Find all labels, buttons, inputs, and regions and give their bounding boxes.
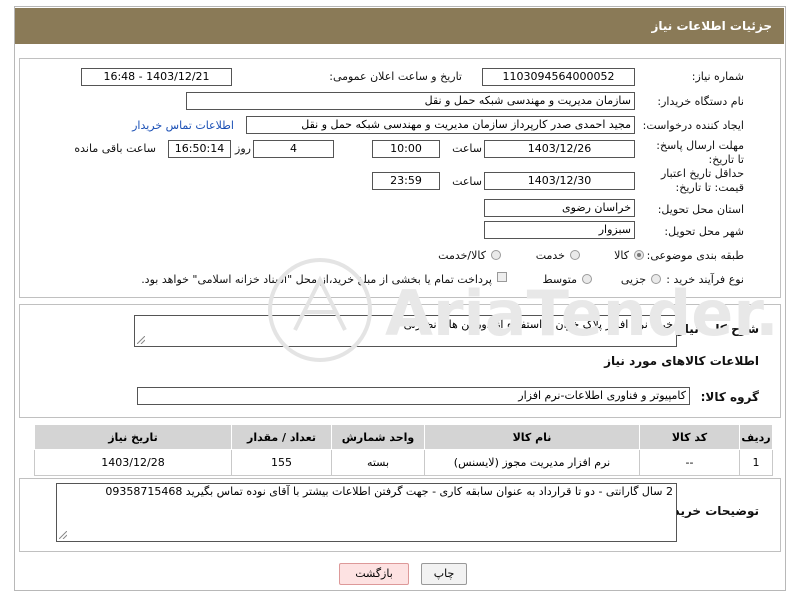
cell-item-name: نرم افزار مدیریت مجوز (لایسنس) <box>424 449 640 476</box>
process-type-label: نوع فرآیند خرید : <box>666 273 744 286</box>
col-row-number: ردیف <box>739 424 773 450</box>
page-header: جزئیات اطلاعات نیاز <box>15 8 784 44</box>
process-radio-medium[interactable] <box>582 274 592 284</box>
creator-field: مجید احمدی صدر کارپرداز سازمان مدیریت و … <box>246 116 635 134</box>
validity-time-field: 23:59 <box>372 172 440 190</box>
cell-quantity: 155 <box>231 449 332 476</box>
goods-table-header: ردیف کد کالا نام کالا واحد شمارش تعداد /… <box>34 424 773 450</box>
cell-need-date: 1403/12/28 <box>34 449 232 476</box>
buyer-org-label: نام دستگاه خریدار: <box>657 95 744 108</box>
process-radio-minor[interactable] <box>651 274 661 284</box>
category-radio-goods[interactable] <box>634 250 644 260</box>
cell-item-code: -- <box>639 449 740 476</box>
category-option-service: خدمت <box>535 249 565 262</box>
treasury-payment-note: پرداخت تمام یا بخشی از مبلغ خرید،از محل … <box>141 273 492 286</box>
deadline-label-text: مهلت ارسال پاسخ: تا تاریخ: <box>656 139 744 166</box>
price-validity-label-text: حداقل تاریخ اعتبار قیمت: تا تاریخ: <box>660 167 744 194</box>
deadline-date-field: 1403/12/26 <box>484 140 635 158</box>
back-button[interactable]: بازگشت <box>339 563 409 585</box>
validity-date-field: 1403/12/30 <box>484 172 635 190</box>
col-unit: واحد شمارش <box>331 424 425 450</box>
province-field: خراسان رضوی <box>484 199 635 217</box>
remaining-time-field: 16:50:14 <box>168 140 231 158</box>
category-radio-goods-service[interactable] <box>491 250 501 260</box>
col-item-name: نام کالا <box>424 424 640 450</box>
description-text: خرید نرم افزار پلاک خوان با استفاده از د… <box>403 318 673 331</box>
category-label: طبقه بندی موضوعی: <box>646 249 744 262</box>
col-need-date: تاریخ نیاز <box>34 424 232 450</box>
buyer-notes-field: 2 سال گارانتی - دو تا قرارداد به عنوان س… <box>56 483 677 542</box>
goods-group-label: گروه کالا: <box>700 390 759 404</box>
validity-time-label: ساعت <box>452 175 482 188</box>
buyer-org-field: سازمان مدیریت و مهندسی شبکه حمل و نقل <box>186 92 635 110</box>
col-quantity: تعداد / مقدار <box>231 424 332 450</box>
resize-grip-icon[interactable] <box>59 531 67 539</box>
category-option-goods: کالا <box>614 249 629 262</box>
goods-group-field: کامپیوتر و فناوری اطلاعات-نرم افزار <box>137 387 690 405</box>
city-label: شهر محل تحویل: <box>664 225 744 238</box>
category-radio-service[interactable] <box>570 250 580 260</box>
category-option-goods-service: کالا/خدمت <box>438 249 486 262</box>
cell-row-number: 1 <box>739 449 773 476</box>
goods-table: ردیف کد کالا نام کالا واحد شمارش تعداد /… <box>34 424 773 476</box>
remaining-time-label: ساعت باقی مانده <box>74 142 156 155</box>
goods-info-heading: اطلاعات کالاهای مورد نیاز <box>604 354 759 368</box>
announce-datetime-label: تاریخ و ساعت اعلان عمومی: <box>329 70 462 83</box>
print-button[interactable]: چاپ <box>421 563 467 585</box>
process-option-minor: جزیی <box>620 273 646 286</box>
price-validity-label: حداقل تاریخ اعتبار قیمت: تا تاریخ: <box>634 167 744 195</box>
buyer-contact-link[interactable]: اطلاعات تماس خریدار <box>132 119 234 132</box>
announce-datetime-field: 1403/12/21 - 16:48 <box>81 68 232 86</box>
treasury-payment-checkbox[interactable] <box>497 272 507 282</box>
need-number-label: شماره نیاز: <box>691 70 744 83</box>
deadline-time-field: 10:00 <box>372 140 440 158</box>
table-row: 1 -- نرم افزار مدیریت مجوز (لایسنس) بسته… <box>34 449 773 476</box>
description-field: خرید نرم افزار پلاک خوان با استفاده از د… <box>134 315 677 347</box>
buyer-notes-text: 2 سال گارانتی - دو تا قرارداد به عنوان س… <box>105 485 673 498</box>
remaining-days-field: 4 <box>253 140 334 158</box>
city-field: سبزوار <box>484 221 635 239</box>
resize-grip-icon[interactable] <box>137 336 145 344</box>
page-title: جزئیات اطلاعات نیاز <box>651 19 772 33</box>
deadline-label: مهلت ارسال پاسخ: تا تاریخ: <box>649 139 744 167</box>
process-option-medium: متوسط <box>542 273 577 286</box>
cell-unit: بسته <box>331 449 425 476</box>
creator-label: ایجاد کننده درخواست: <box>642 119 744 132</box>
need-number-field: 1103094564000052 <box>482 68 635 86</box>
deadline-time-label: ساعت <box>452 142 482 155</box>
province-label: استان محل تحویل: <box>657 203 744 216</box>
col-item-code: کد کالا <box>639 424 740 450</box>
description-label: شرح کلی نیاز: <box>673 322 759 336</box>
